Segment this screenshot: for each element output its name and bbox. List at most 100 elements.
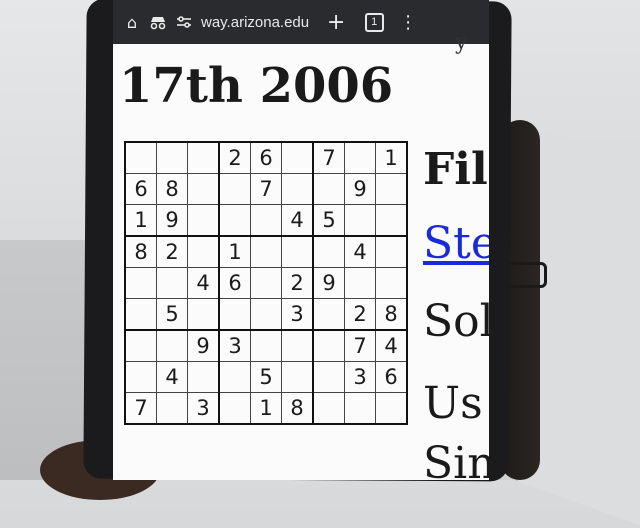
side-heading-file: Fil: [423, 144, 488, 195]
side-heading-use: Us: [423, 378, 483, 429]
sudoku-cell: 3: [218, 329, 251, 362]
sudoku-cell: [218, 173, 251, 205]
site-settings-icon[interactable]: [171, 9, 197, 35]
sudoku-cell: 6: [218, 267, 251, 299]
sudoku-cell: [218, 298, 251, 331]
sudoku-cell: 4: [375, 329, 408, 362]
sudoku-cell: 2: [218, 141, 251, 174]
sudoku-cell: [375, 173, 408, 205]
sudoku-cell: 8: [281, 392, 314, 425]
sudoku-cell: 4: [281, 204, 314, 237]
sudoku-cell: [344, 392, 376, 425]
sudoku-cell: [187, 235, 220, 268]
sudoku-cell: [312, 361, 345, 393]
sudoku-cell: [250, 329, 282, 362]
sudoku-row: 1945: [124, 204, 408, 237]
sudoku-row: 5 328: [124, 298, 408, 331]
tabs-icon[interactable]: 1: [361, 9, 387, 35]
sudoku-cell: [344, 267, 376, 299]
sudoku-cell: 1: [218, 235, 251, 268]
sudoku-cell: [312, 329, 345, 362]
sudoku-cell: 4: [187, 267, 220, 299]
sudoku-cell: [218, 392, 251, 425]
sudoku-cell: 2: [281, 267, 314, 299]
sudoku-row: 68 7 9: [124, 173, 408, 205]
sudoku-cell: 5: [156, 298, 188, 331]
sudoku-cell: [281, 235, 314, 268]
sudoku-row: 4 5 36: [124, 361, 408, 393]
sudoku-cell: 6: [250, 141, 282, 174]
sudoku-cell: [312, 298, 345, 331]
sudoku-cell: [375, 267, 408, 299]
sudoku-cell: 4: [156, 361, 188, 393]
sudoku-cell: [375, 392, 408, 425]
sudoku-cell: [250, 204, 282, 237]
sudoku-cell: [218, 361, 251, 393]
sudoku-cell: 9: [344, 173, 376, 205]
sudoku-row: 2671: [124, 141, 408, 174]
sudoku-cell: [156, 329, 188, 362]
sudoku-cell: 1: [250, 392, 282, 425]
url-bar[interactable]: way.arizona.edu: [201, 14, 309, 31]
sudoku-cell: 8: [375, 298, 408, 331]
sudoku-cell: [375, 235, 408, 268]
tab-count: 1: [364, 12, 384, 32]
sudoku-cell: [124, 298, 157, 331]
sudoku-cell: 7: [344, 329, 376, 362]
sudoku-cell: [124, 267, 157, 299]
sudoku-cell: [250, 235, 282, 268]
title-stub: y: [455, 30, 468, 55]
sudoku-cell: 9: [312, 267, 345, 299]
glasses: [505, 262, 547, 288]
sudoku-cell: 3: [187, 392, 220, 425]
sudoku-cell: [124, 361, 157, 393]
sudoku-grid: 267168791945821446295328937445367318: [124, 141, 408, 425]
incognito-icon[interactable]: [145, 9, 171, 35]
sudoku-cell: [281, 173, 314, 205]
side-heading-solution: Sol: [423, 296, 489, 347]
sudoku-cell: 5: [312, 204, 345, 237]
sudoku-cell: 6: [375, 361, 408, 393]
sudoku-cell: [312, 235, 345, 268]
sudoku-cell: 2: [156, 235, 188, 268]
sudoku-row: 93 74: [124, 329, 408, 362]
sudoku-cell: 2: [344, 298, 376, 331]
home-icon[interactable]: ⌂: [119, 9, 145, 35]
sudoku-cell: [250, 267, 282, 299]
sudoku-cell: [281, 329, 314, 362]
sudoku-cell: 8: [124, 235, 157, 268]
sudoku-cell: 6: [124, 173, 157, 205]
side-heading-sim: Sin: [423, 438, 489, 480]
browser-toolbar: ⌂ way.arizona.edu + 1 ⋮: [113, 0, 489, 44]
sudoku-row: 7318: [124, 392, 408, 425]
sudoku-cell: [124, 329, 157, 362]
sudoku-cell: 1: [375, 141, 408, 174]
page-title: 17th 2006: [119, 58, 394, 114]
sudoku-cell: 4: [344, 235, 376, 268]
side-link[interactable]: Ste: [423, 218, 489, 269]
sudoku-cell: [156, 267, 188, 299]
sudoku-cell: [344, 141, 376, 174]
sudoku-row: 4629: [124, 267, 408, 299]
sudoku-cell: [187, 173, 220, 205]
sudoku-cell: 1: [124, 204, 157, 237]
sudoku-cell: 8: [156, 173, 188, 205]
sudoku-cell: 9: [187, 329, 220, 362]
sudoku-cell: [187, 141, 220, 174]
sudoku-cell: [375, 204, 408, 237]
sudoku-cell: 7: [124, 392, 157, 425]
sudoku-cell: [250, 298, 282, 331]
sudoku-cell: [156, 392, 188, 425]
sudoku-cell: [124, 141, 157, 174]
sudoku-cell: 7: [312, 141, 345, 174]
sudoku-cell: 3: [281, 298, 314, 331]
sudoku-cell: [218, 204, 251, 237]
sudoku-cell: [281, 141, 314, 174]
sudoku-row: 821 4: [124, 235, 408, 268]
plus-icon[interactable]: +: [323, 9, 349, 35]
sudoku-cell: 3: [344, 361, 376, 393]
sudoku-cell: 7: [250, 173, 282, 205]
sudoku-cell: [187, 204, 220, 237]
menu-icon[interactable]: ⋮: [395, 9, 421, 35]
sudoku-cell: [312, 173, 345, 205]
